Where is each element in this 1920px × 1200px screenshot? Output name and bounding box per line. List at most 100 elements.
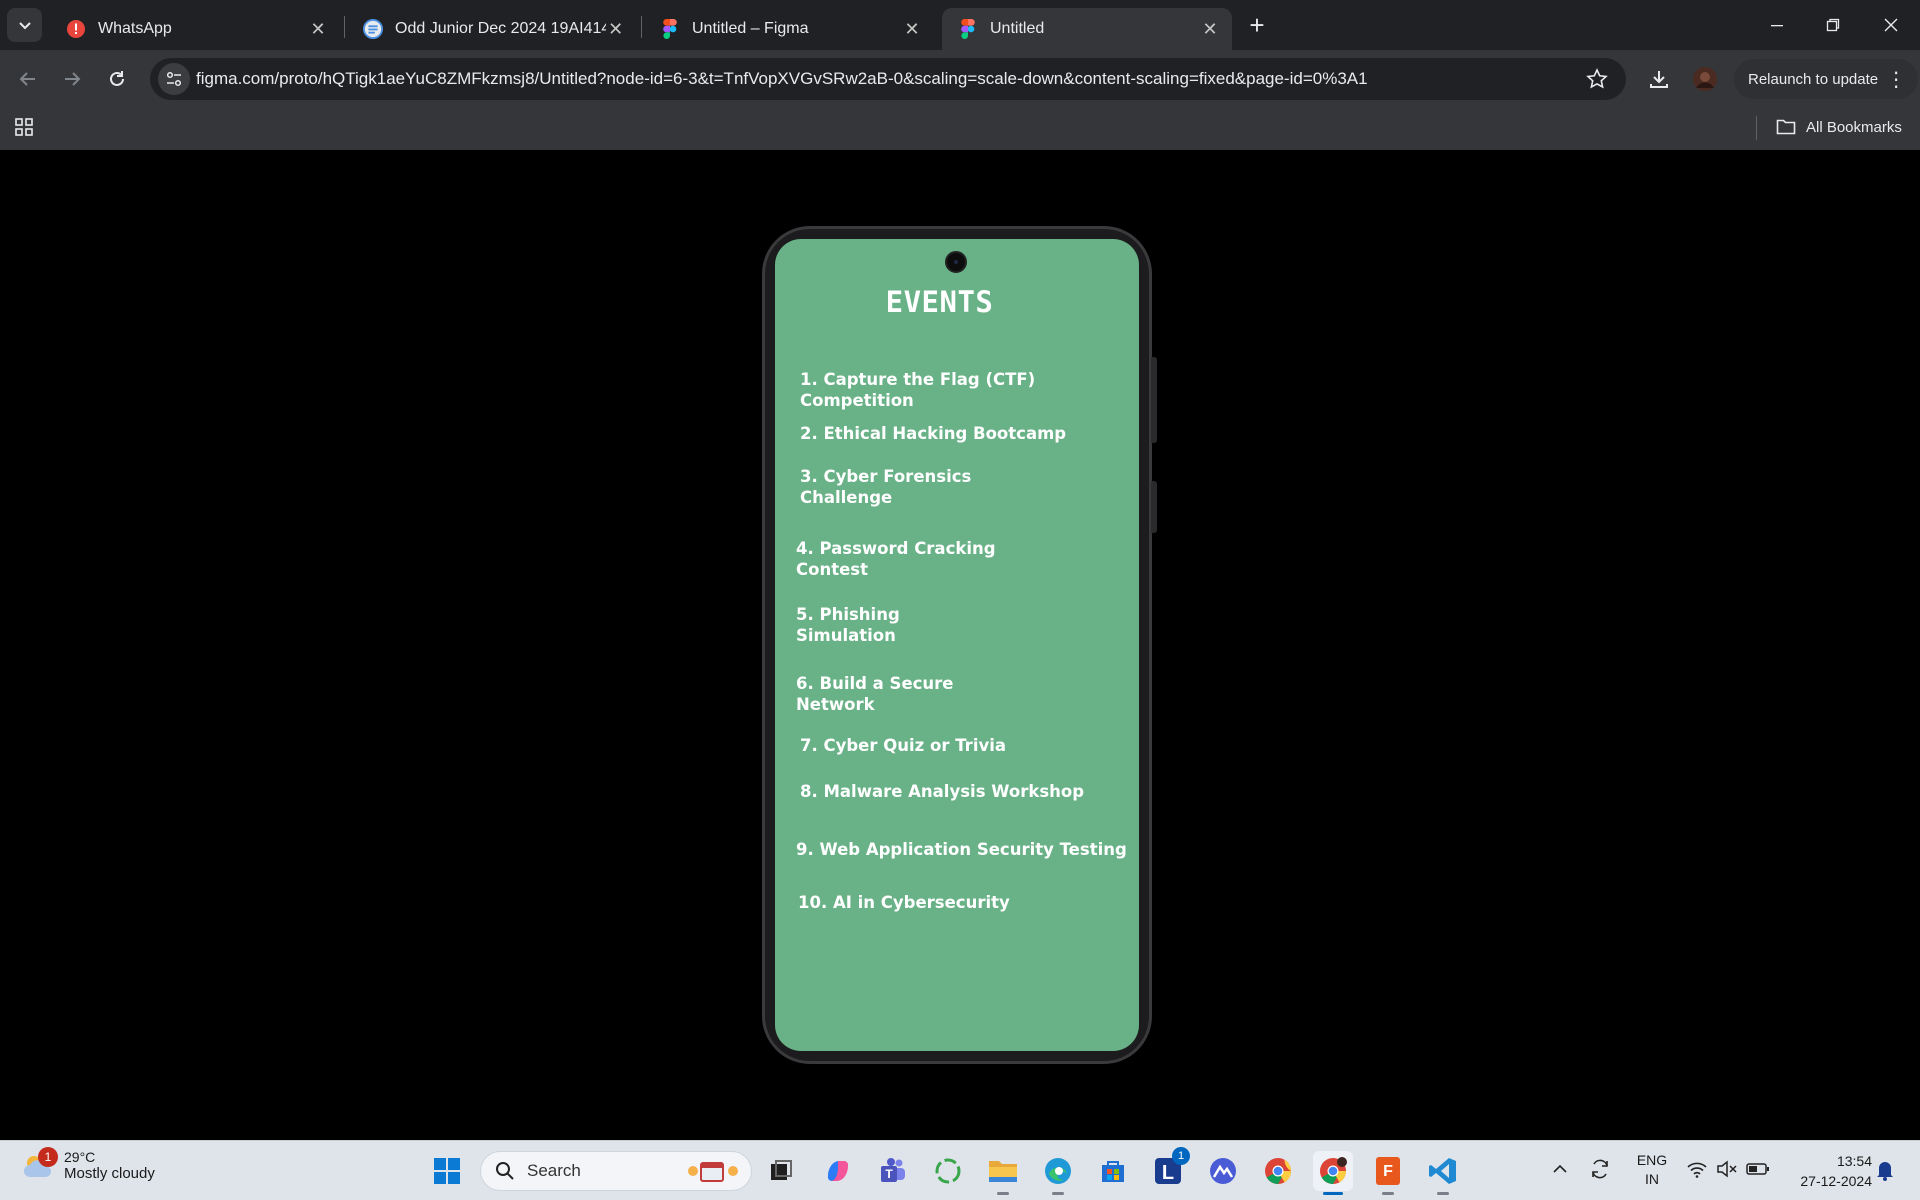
close-icon[interactable]: ✕ bbox=[308, 19, 328, 39]
event-item: 3. Cyber Forensics Challenge bbox=[800, 466, 971, 508]
tab-title: Untitled bbox=[990, 20, 1045, 37]
windows-logo-icon bbox=[434, 1158, 460, 1184]
clock[interactable]: 13:54 27-12-2024 bbox=[1782, 1151, 1872, 1191]
arrow-left-icon bbox=[19, 72, 35, 86]
copilot-icon bbox=[827, 1160, 849, 1182]
reload-button[interactable] bbox=[99, 61, 135, 97]
more-vert-icon[interactable]: ⋮ bbox=[1886, 67, 1906, 92]
event-line: 8. Malware Analysis Workshop bbox=[800, 782, 1085, 801]
relaunch-button[interactable]: Relaunch to update ⋮ bbox=[1734, 59, 1919, 99]
event-item: 7. Cyber Quiz or Trivia bbox=[800, 735, 1006, 756]
event-line: Contest bbox=[796, 560, 868, 579]
chevron-up-icon[interactable] bbox=[1552, 1161, 1568, 1182]
reload-icon bbox=[110, 71, 124, 86]
search-icon bbox=[496, 1162, 514, 1180]
store-button[interactable] bbox=[1093, 1151, 1133, 1191]
edge-button[interactable] bbox=[1038, 1151, 1078, 1195]
close-icon bbox=[1884, 18, 1898, 32]
restore-button[interactable] bbox=[1806, 0, 1860, 50]
edge-icon bbox=[1045, 1158, 1071, 1184]
file-explorer-button[interactable] bbox=[983, 1151, 1023, 1195]
event-item: 5. Phishing Simulation bbox=[796, 604, 900, 646]
chrome-button[interactable] bbox=[1258, 1151, 1298, 1191]
active-indicator bbox=[1323, 1192, 1343, 1195]
vscode-button[interactable] bbox=[1423, 1151, 1463, 1195]
volume-muted-icon[interactable] bbox=[1716, 1159, 1738, 1184]
docs-icon bbox=[363, 19, 383, 39]
search-label: Search bbox=[527, 1161, 581, 1180]
tab-figma[interactable]: Untitled – Figma ✕ bbox=[644, 8, 934, 50]
chrome-profile-button[interactable] bbox=[1313, 1151, 1353, 1195]
apps-grid-icon[interactable] bbox=[14, 117, 34, 142]
start-button[interactable] bbox=[427, 1151, 467, 1191]
arc-app-button[interactable] bbox=[1203, 1151, 1243, 1191]
circular-arrows-icon bbox=[935, 1158, 961, 1184]
close-icon[interactable]: ✕ bbox=[606, 19, 625, 39]
event-item: 2. Ethical Hacking Bootcamp bbox=[800, 423, 1066, 444]
event-line: Simulation bbox=[796, 626, 896, 645]
tab-title: Odd Junior Dec 2024 19AI414 - bbox=[395, 20, 607, 37]
figma-icon bbox=[660, 19, 680, 39]
weather-condition: Mostly cloudy bbox=[64, 1165, 155, 1182]
bookmark-star-icon[interactable] bbox=[1586, 68, 1608, 95]
event-line: 7. Cyber Quiz or Trivia bbox=[800, 736, 1007, 755]
notification-badge: 1 bbox=[38, 1147, 58, 1167]
tune-icon bbox=[166, 71, 182, 87]
sync-icon[interactable] bbox=[1588, 1157, 1612, 1186]
chrome-icon bbox=[1320, 1157, 1347, 1185]
event-item: 9. Web Application Security Testing bbox=[796, 839, 1127, 860]
lens-app-button[interactable]: L 1 bbox=[1148, 1147, 1190, 1191]
back-button[interactable] bbox=[10, 61, 46, 97]
tab-docs[interactable]: Odd Junior Dec 2024 19AI414 - ✕ bbox=[347, 8, 637, 50]
prototype-viewport: EVENTS 1. Capture the Flag (CTF) Competi… bbox=[0, 150, 1920, 1140]
profile-avatar[interactable] bbox=[1689, 63, 1721, 95]
new-tab-button[interactable]: + bbox=[1242, 10, 1272, 40]
notification-badge: 1 bbox=[1172, 1147, 1190, 1165]
weather-widget[interactable]: 1 29°C Mostly cloudy bbox=[22, 1147, 155, 1182]
bookmarks-bar: All Bookmarks bbox=[0, 108, 1920, 150]
vscode-icon bbox=[1429, 1158, 1456, 1184]
fig-app-button[interactable]: F bbox=[1368, 1151, 1408, 1195]
refresh-app-button[interactable] bbox=[928, 1151, 968, 1191]
event-item: 10. AI in Cybersecurity bbox=[798, 892, 1010, 913]
event-line: 2. Ethical Hacking Bootcamp bbox=[800, 424, 1067, 443]
phone-screen: EVENTS 1. Capture the Flag (CTF) Competi… bbox=[775, 239, 1139, 1051]
browser-toolbar: figma.com/proto/hQTigk1aeYuC8ZMFkzmsj8/U… bbox=[0, 50, 1920, 108]
close-icon[interactable]: ✕ bbox=[1200, 19, 1220, 39]
language-indicator[interactable]: ENG IN bbox=[1632, 1151, 1672, 1189]
bell-icon[interactable] bbox=[1875, 1159, 1895, 1186]
event-line: Challenge bbox=[800, 488, 893, 507]
event-line: 9. Web Application Security Testing bbox=[796, 840, 1127, 859]
event-item: 6. Build a Secure Network bbox=[796, 673, 954, 715]
restore-icon bbox=[1826, 18, 1840, 32]
window-close-button[interactable] bbox=[1864, 0, 1918, 50]
tab-whatsapp[interactable]: WhatsApp ✕ bbox=[50, 8, 340, 50]
avatar-icon bbox=[1693, 67, 1717, 91]
teams-button[interactable]: T bbox=[873, 1151, 913, 1191]
phone-side-button bbox=[1151, 357, 1157, 443]
all-bookmarks-button[interactable]: All Bookmarks bbox=[1776, 118, 1902, 136]
event-line: 1. Capture the Flag (CTF) bbox=[800, 370, 1036, 389]
running-indicator bbox=[997, 1192, 1009, 1195]
tab-figma-active[interactable]: Untitled ✕ bbox=[942, 8, 1232, 50]
close-icon[interactable]: ✕ bbox=[902, 19, 922, 39]
address-bar[interactable]: figma.com/proto/hQTigk1aeYuC8ZMFkzmsj8/U… bbox=[150, 58, 1626, 100]
region-code: IN bbox=[1645, 1171, 1659, 1187]
download-button[interactable] bbox=[1643, 63, 1675, 95]
tab-search-button[interactable] bbox=[7, 8, 42, 42]
clock-date: 27-12-2024 bbox=[1800, 1173, 1872, 1189]
taskbar-search[interactable]: Search bbox=[480, 1151, 752, 1191]
minimize-icon bbox=[1771, 25, 1783, 27]
camera-icon bbox=[945, 251, 967, 273]
site-info-button[interactable] bbox=[158, 63, 190, 95]
tab-title: WhatsApp bbox=[98, 20, 172, 37]
battery-icon[interactable] bbox=[1746, 1160, 1770, 1183]
url-text[interactable]: figma.com/proto/hQTigk1aeYuC8ZMFkzmsj8/U… bbox=[196, 69, 1368, 89]
wifi-icon[interactable] bbox=[1686, 1159, 1708, 1184]
event-line: 6. Build a Secure bbox=[796, 674, 954, 693]
minimize-button[interactable] bbox=[1750, 0, 1804, 50]
copilot-button[interactable] bbox=[818, 1151, 858, 1191]
running-indicator bbox=[1052, 1192, 1064, 1195]
task-view-button[interactable] bbox=[761, 1151, 801, 1191]
forward-button[interactable] bbox=[54, 61, 90, 97]
